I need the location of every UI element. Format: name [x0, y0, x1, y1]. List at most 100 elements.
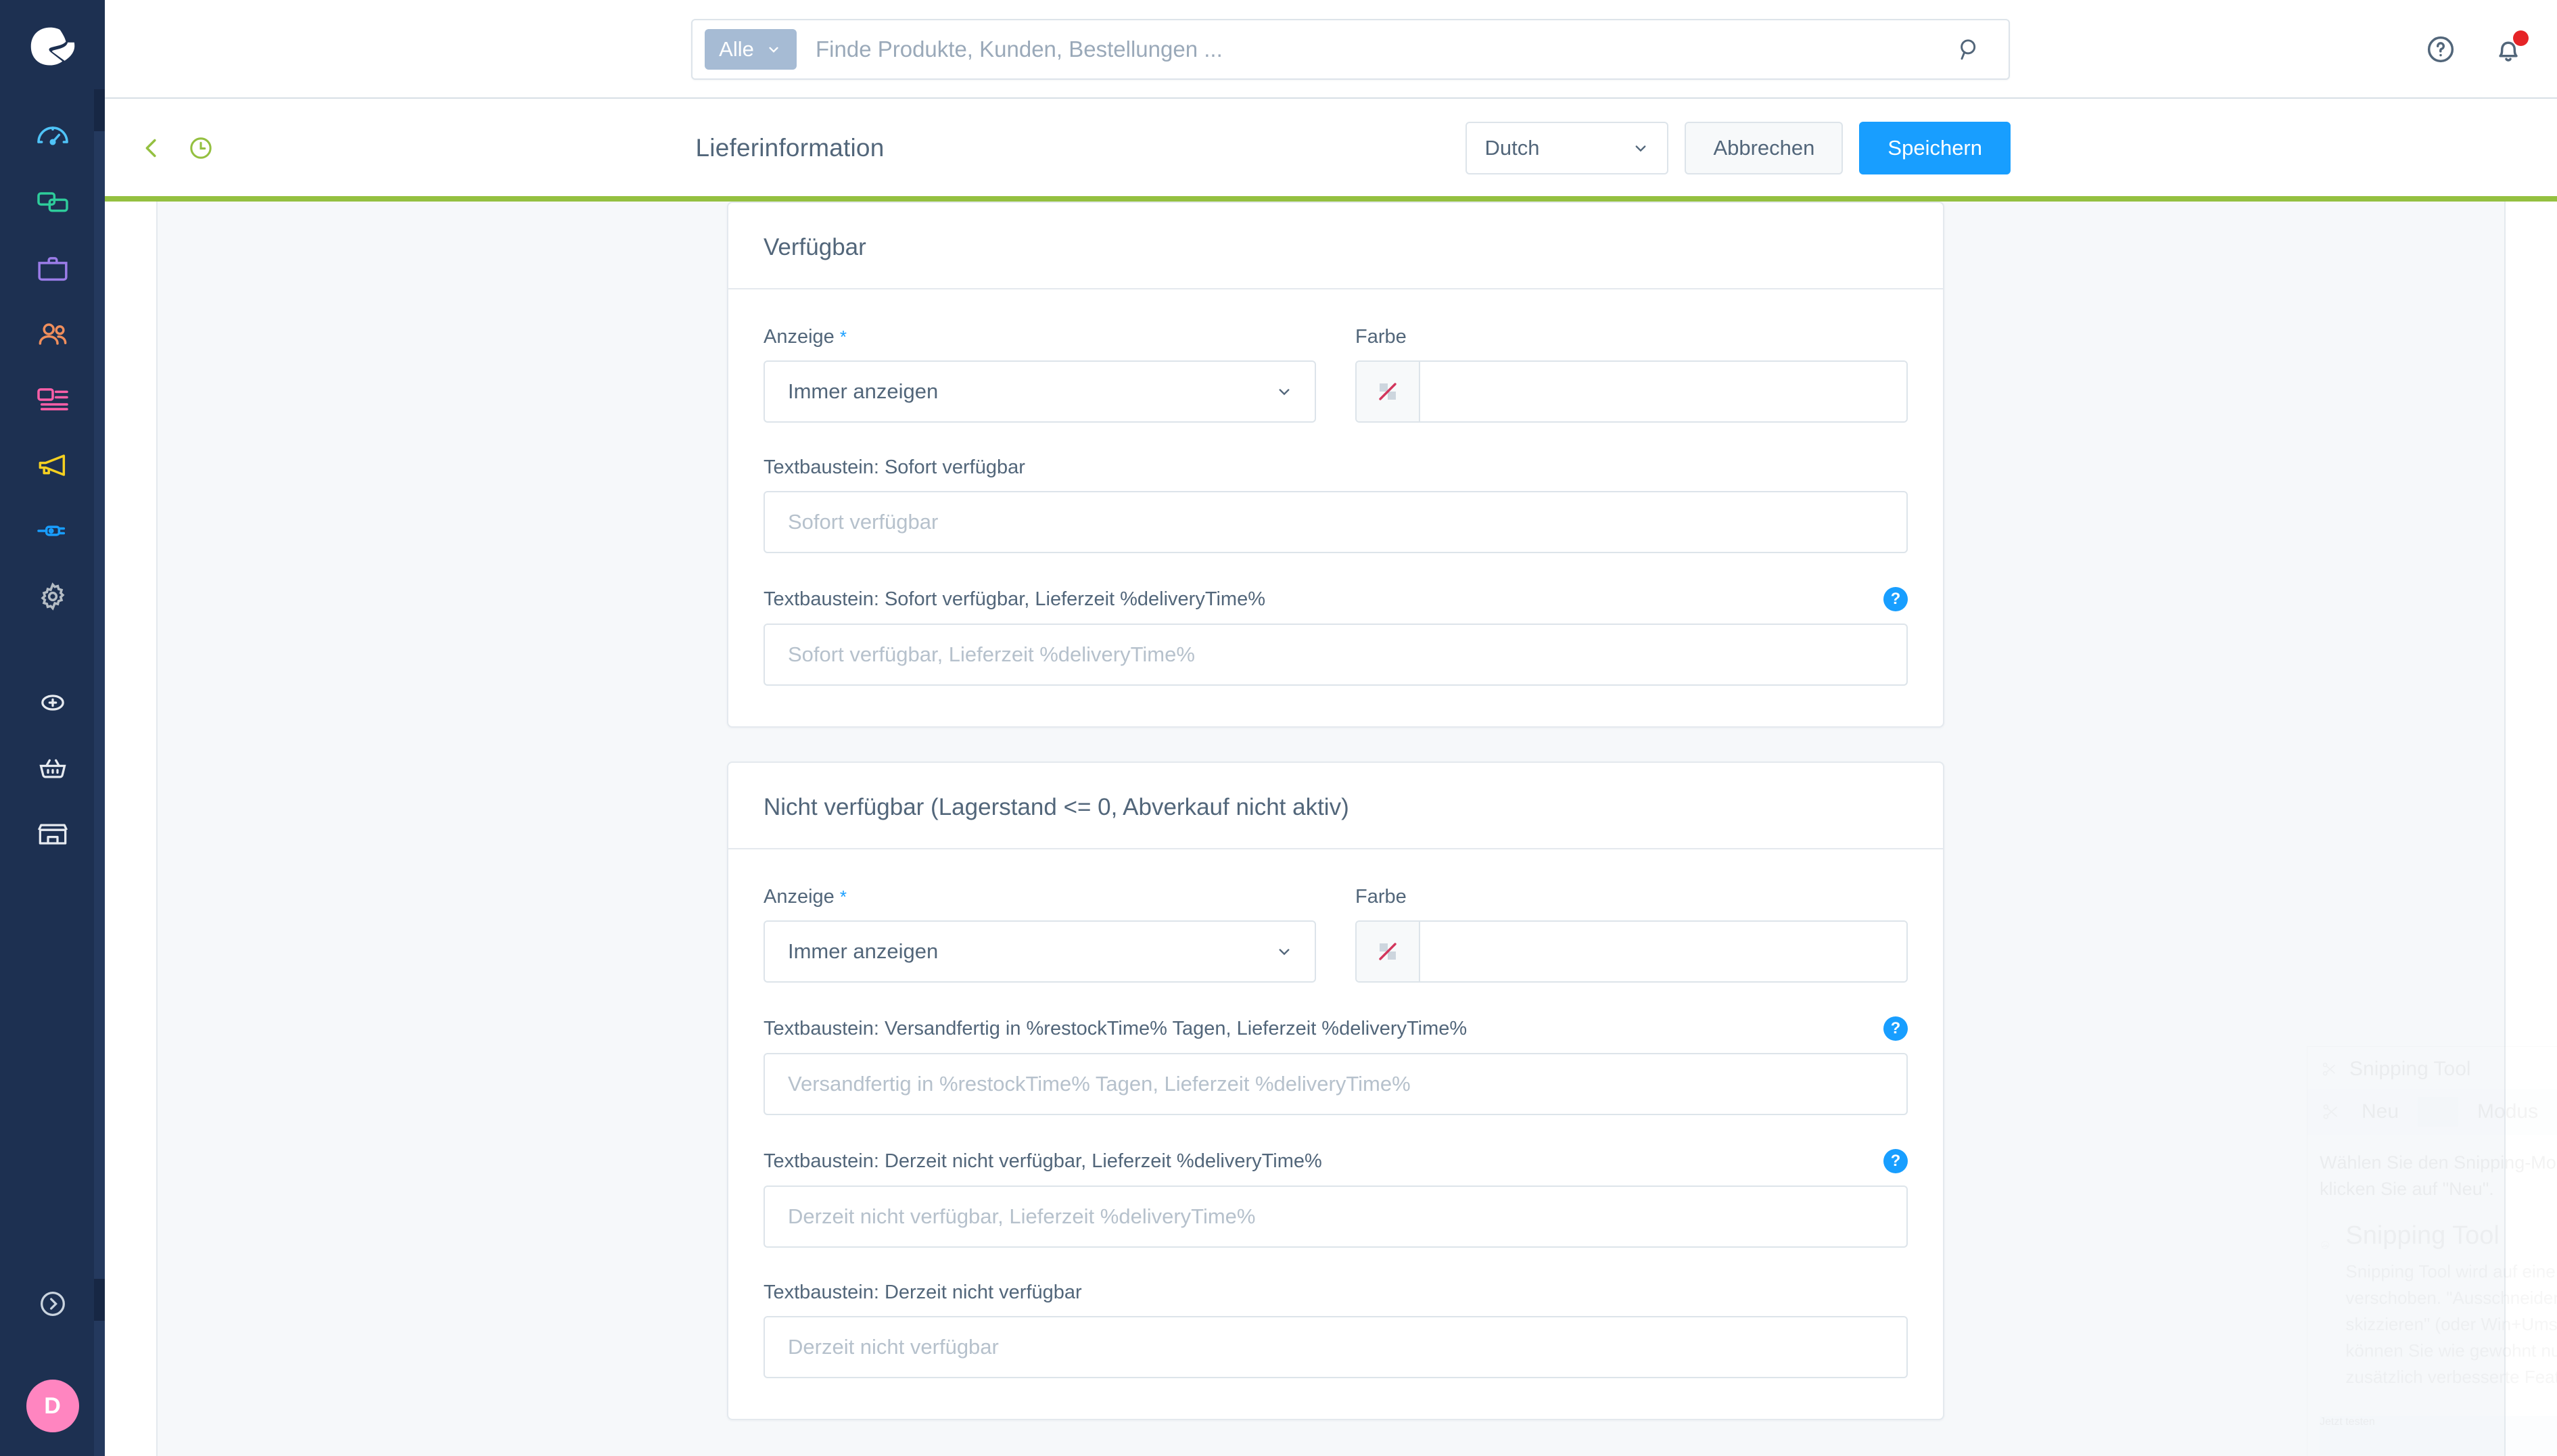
- farbe-value-input[interactable]: [1420, 922, 1906, 981]
- field-help-icon[interactable]: ?: [1883, 1149, 1908, 1173]
- field-label-farbe: Farbe: [1355, 326, 1908, 348]
- page-title-container: Lieferinformation: [105, 99, 2557, 197]
- field-help-icon[interactable]: ?: [1883, 587, 1908, 611]
- field-label: Textbaustein: Versandfertig in %restockT…: [764, 1017, 1468, 1039]
- sidebar-nav: [0, 104, 105, 629]
- language-select[interactable]: Dutch: [1465, 122, 1669, 174]
- topbar-actions: [2422, 0, 2529, 99]
- search-input[interactable]: [816, 37, 1953, 62]
- cancel-button[interactable]: Abbrechen: [1685, 122, 1844, 174]
- expand-sidebar-button[interactable]: [0, 1251, 105, 1356]
- field-anzeige: Anzeige * Immer anzeigen: [764, 886, 1316, 983]
- save-button[interactable]: Speichern: [1859, 122, 2011, 174]
- anzeige-select[interactable]: Immer anzeigen: [764, 360, 1316, 423]
- textbaustein-input[interactable]: [764, 1053, 1908, 1115]
- field-textbaustein-0-0: Textbaustein: Sofort verfügbar: [764, 456, 1908, 553]
- chevron-down-icon: [1636, 145, 1646, 152]
- color-swatch[interactable]: [1357, 362, 1420, 421]
- chevron-down-icon: [769, 47, 778, 53]
- card-title: Verfügbar: [764, 234, 866, 260]
- sidebar-item-marketing[interactable]: [0, 432, 105, 498]
- card-verfuegbar: Verfügbar Anzeige * Immer anzeigen Farbe…: [727, 202, 1944, 728]
- search-scope-label: Alle: [719, 37, 754, 61]
- textbaustein-input[interactable]: [764, 624, 1908, 686]
- sidebar-item-orders[interactable]: [0, 235, 105, 301]
- sidebar-scrollbar-thumb-top[interactable]: [94, 89, 105, 131]
- farbe-colorpicker[interactable]: [1355, 920, 1908, 983]
- farbe-value-input[interactable]: [1420, 362, 1906, 421]
- textbaustein-input[interactable]: [764, 491, 1908, 553]
- people-icon: [39, 323, 66, 345]
- page-content: Verfügbar Anzeige * Immer anzeigen Farbe…: [105, 202, 2557, 1456]
- history-button[interactable]: [182, 129, 220, 167]
- snipping-tool-mode-icon: [2418, 1097, 2459, 1127]
- page-progress-bar: [105, 196, 2557, 202]
- back-button[interactable]: [133, 129, 171, 167]
- content-left-rail: [105, 202, 158, 1456]
- textbaustein-input[interactable]: [764, 1185, 1908, 1248]
- speedometer-icon: [37, 126, 68, 145]
- sidebar-scrollbar[interactable]: [94, 89, 105, 1456]
- anzeige-select[interactable]: Immer anzeigen: [764, 920, 1316, 983]
- language-select-value: Dutch: [1484, 136, 1540, 160]
- briefcase-icon: [37, 256, 68, 281]
- no-color-icon: [1379, 943, 1397, 960]
- field-label-row: Textbaustein: Versandfertig in %restockT…: [764, 1016, 1908, 1041]
- sidebar-item-dashboard[interactable]: [0, 104, 105, 170]
- field-farbe: Farbe: [1355, 326, 1908, 423]
- cards-icon: [37, 191, 68, 212]
- plug-icon: [37, 525, 65, 536]
- required-marker: *: [839, 887, 847, 907]
- required-marker: *: [839, 327, 847, 347]
- sidebar-item-customers[interactable]: [0, 301, 105, 367]
- megaphone-icon: [39, 454, 65, 476]
- card-body: Anzeige * Immer anzeigen Farbe Textbaust…: [728, 849, 1943, 1419]
- sidebar-item-storefront[interactable]: [0, 801, 105, 866]
- color-swatch[interactable]: [1357, 922, 1420, 981]
- search-submit-button[interactable]: [1953, 33, 1986, 66]
- label-text: Farbe: [1355, 886, 1407, 908]
- snipping-tool-title: Snipping Tool: [2349, 1058, 2471, 1080]
- gear-icon: [40, 582, 65, 611]
- sidebar-item-catalogues[interactable]: [0, 170, 105, 235]
- sidebar-item-extensions[interactable]: [0, 498, 105, 563]
- global-topbar: Alle: [105, 0, 2557, 99]
- page-smartbar: Lieferinformation Dutch Abbrechen Speich…: [105, 99, 2557, 197]
- field-label-row: Textbaustein: Sofort verfügbar: [764, 456, 1908, 479]
- sidebar-shortcuts: [0, 670, 105, 866]
- notifications-button[interactable]: [2489, 30, 2529, 68]
- shop-icon: [37, 824, 68, 845]
- field-textbaustein-1-1: Textbaustein: Derzeit nicht verfügbar, L…: [764, 1149, 1908, 1248]
- shopware-logo-icon[interactable]: [24, 19, 82, 77]
- field-label-row: Textbaustein: Derzeit nicht verfügbar: [764, 1282, 1908, 1304]
- field-textbaustein-0-1: Textbaustein: Sofort verfügbar, Lieferze…: [764, 587, 1908, 686]
- display-color-row: Anzeige * Immer anzeigen Farbe: [764, 326, 1908, 423]
- card-title: Nicht verfügbar (Lagerstand <= 0, Abverk…: [764, 794, 1349, 820]
- content-right-rail: [2504, 202, 2557, 1456]
- card-header: Nicht verfügbar (Lagerstand <= 0, Abverk…: [728, 763, 1943, 849]
- label-text: Farbe: [1355, 326, 1407, 348]
- content-layout-icon: [37, 388, 68, 410]
- textbaustein-input[interactable]: [764, 1316, 1908, 1378]
- search-scope-dropdown[interactable]: Alle: [705, 29, 797, 70]
- label-text: Anzeige: [764, 326, 835, 348]
- search-icon: [1961, 39, 1976, 60]
- avatar[interactable]: D: [26, 1380, 79, 1432]
- scissors-icon: [2322, 1062, 2336, 1076]
- field-help-icon[interactable]: ?: [1883, 1016, 1908, 1041]
- sidebar-item-content[interactable]: [0, 367, 105, 432]
- sidebar-item-basket[interactable]: [0, 735, 105, 801]
- sidebar-item-settings[interactable]: [0, 563, 105, 629]
- clock-icon: [190, 137, 212, 159]
- sidebar-scrollbar-thumb-bottom[interactable]: [94, 1279, 105, 1321]
- sidebar-item-add[interactable]: [0, 670, 105, 735]
- field-label-row: Textbaustein: Derzeit nicht verfügbar, L…: [764, 1149, 1908, 1173]
- help-button[interactable]: [2422, 30, 2460, 68]
- main-sidebar: D: [0, 0, 105, 1456]
- no-color-icon: [1379, 383, 1397, 400]
- label-text: Anzeige: [764, 886, 835, 908]
- plus-circle-icon: [41, 694, 64, 711]
- farbe-colorpicker[interactable]: [1355, 360, 1908, 423]
- page-title: Lieferinformation: [695, 134, 885, 162]
- anzeige-select-value: Immer anzeigen: [788, 379, 939, 403]
